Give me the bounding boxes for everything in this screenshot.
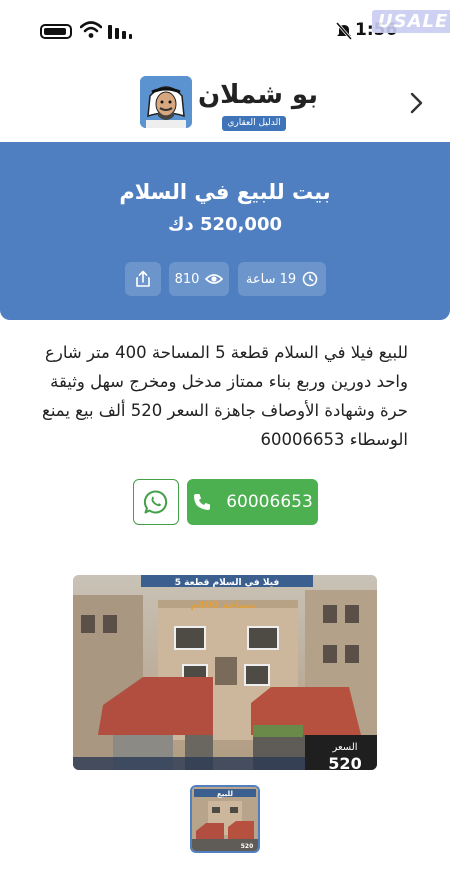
cellular-signal-icon [108,25,132,39]
status-bar: 1:56 USALE [0,0,450,62]
phone-icon [194,494,211,510]
posted-time-text: 19 ساعة [245,271,297,287]
clock-icon [302,271,318,287]
views-count: 810 [174,271,200,287]
posted-time-badge: 19 ساعة [238,262,326,296]
call-button[interactable]: 60006653 [187,479,318,525]
property-photo[interactable]: فيلا في السلام قطعة 5 مساحة 400م السعر 5… [73,575,377,770]
wifi-icon [80,21,102,38]
battery-icon [40,24,72,39]
listing-description: للبيع فيلا في السلام قطعة 5 المساحة 400 … [42,343,408,449]
call-phone-number: 60006653 [226,492,313,512]
logo-avatar-icon [140,76,192,128]
chevron-right-icon[interactable] [405,90,427,116]
listing-title: بيت للبيع في السلام [119,180,331,204]
thumb-label: للبيع [217,790,233,798]
thumb-price-value: 520 [241,843,254,850]
photo-area-text: مساحة 400م [190,600,255,611]
listing-price: 520,000 دك [168,214,282,235]
photo-price-value: 520 [328,754,361,770]
brand-logo[interactable]: بو شملان الدليل العقاري [140,76,320,134]
photo-price-label: السعر [331,742,357,753]
photo-banner-text: فيلا في السلام قطعة 5 [175,578,280,588]
listing-summary-card: بيت للبيع في السلام 520,000 دك 19 ساعة 8… [0,142,450,320]
photo-thumbnail[interactable]: للبيع 520 [190,785,260,853]
app-header: بو شملان الدليل العقاري [0,70,450,138]
whatsapp-icon [143,490,168,514]
views-badge: 810 [169,262,229,296]
logo-title: بو شملان [197,80,318,110]
whatsapp-button[interactable] [133,479,179,525]
share-icon [136,270,150,287]
logo-subtitle: الدليل العقاري [222,116,286,131]
eye-icon [205,274,224,284]
share-button[interactable] [125,262,161,296]
silent-bell-icon [336,22,352,40]
usale-watermark: USALE [372,10,450,33]
